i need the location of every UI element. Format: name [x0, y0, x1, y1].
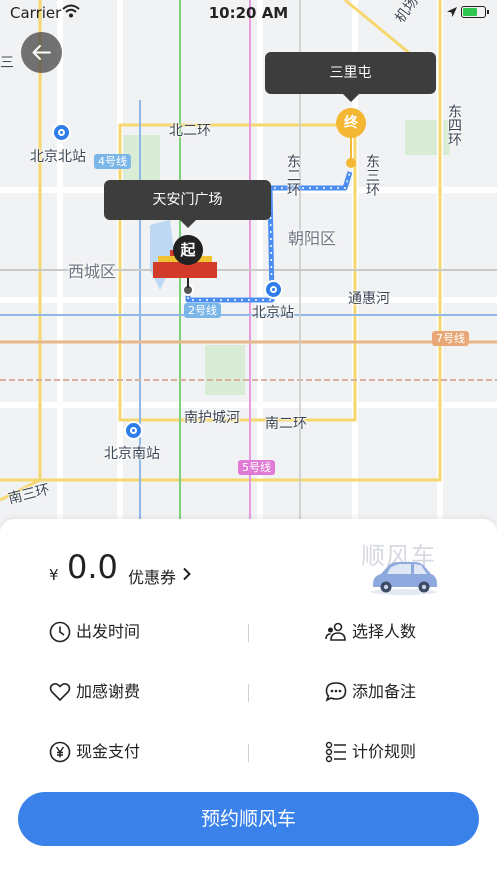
people-icon: [325, 622, 346, 641]
price-amount: 0.0: [67, 548, 118, 586]
map-label: 南护城河: [184, 410, 240, 426]
chevron-right-icon[interactable]: [182, 567, 192, 581]
heart-icon: [49, 683, 71, 702]
map-label: 通惠河: [348, 291, 390, 307]
passengers-label: 选择人数: [352, 622, 417, 641]
coupon-link[interactable]: 优惠券: [128, 564, 176, 588]
start-location-bubble[interactable]: 天安门广场: [104, 180, 271, 228]
end-pin[interactable]: 终: [336, 108, 366, 138]
map-label: 北京站: [252, 305, 294, 321]
pricing-rules-label: 计价规则: [352, 742, 417, 761]
arrow-left-icon: [32, 45, 51, 60]
status-bar: Carrier 10:20 AM: [0, 0, 497, 26]
departure-time-label: 出发时间: [76, 622, 141, 641]
station-icon: [52, 123, 71, 142]
metro-line-label: 5号线: [238, 460, 275, 475]
clock: 10:20 AM: [208, 4, 289, 22]
map-label: 南二环: [265, 416, 307, 432]
map-label: 北二环: [169, 123, 211, 139]
map-label: 北京南站: [104, 446, 160, 462]
map-view[interactable]: 三 机场高速 东四环 北二环 北京北站 4号线 东二环 东三环 朝阳区 西城区 …: [0, 0, 497, 530]
location-arrow-icon: [447, 7, 457, 17]
end-location-name: 三里屯: [329, 65, 372, 81]
map-label: 东三环: [364, 154, 380, 196]
map-label: 北京北站: [30, 149, 86, 165]
car-illustration: [371, 562, 437, 595]
map-label: 东四环: [446, 104, 462, 146]
station-icon: [264, 280, 283, 299]
map-label: 朝阳区: [288, 229, 337, 248]
divider: [248, 684, 249, 702]
metro-line-label: 7号线: [432, 331, 469, 346]
start-location-name: 天安门广场: [152, 192, 223, 208]
map-label: 东二环: [285, 154, 301, 196]
chat-bubble-icon: [325, 682, 347, 702]
end-location-bubble[interactable]: 三里屯: [265, 52, 436, 102]
note-label: 添加备注: [352, 682, 417, 701]
thanks-fee-label: 加感谢费: [76, 682, 141, 701]
book-ride-button[interactable]: 预约顺风车: [18, 792, 479, 846]
back-button[interactable]: [21, 32, 62, 73]
battery-icon: [461, 6, 489, 18]
start-pin[interactable]: 起: [173, 235, 203, 265]
metro-line-label: 4号线: [94, 154, 131, 169]
currency-symbol: ¥: [49, 566, 59, 584]
map-label: 西城区: [68, 262, 117, 281]
divider: [248, 624, 249, 642]
metro-line-label: 2号线: [184, 303, 221, 318]
map-label: 三: [0, 55, 14, 71]
payment-label: 现金支付: [76, 742, 141, 761]
yen-coin-icon: [49, 741, 71, 763]
station-icon: [124, 421, 143, 440]
list-icon: [325, 741, 346, 763]
divider: [248, 744, 249, 762]
clock-icon: [49, 621, 71, 643]
